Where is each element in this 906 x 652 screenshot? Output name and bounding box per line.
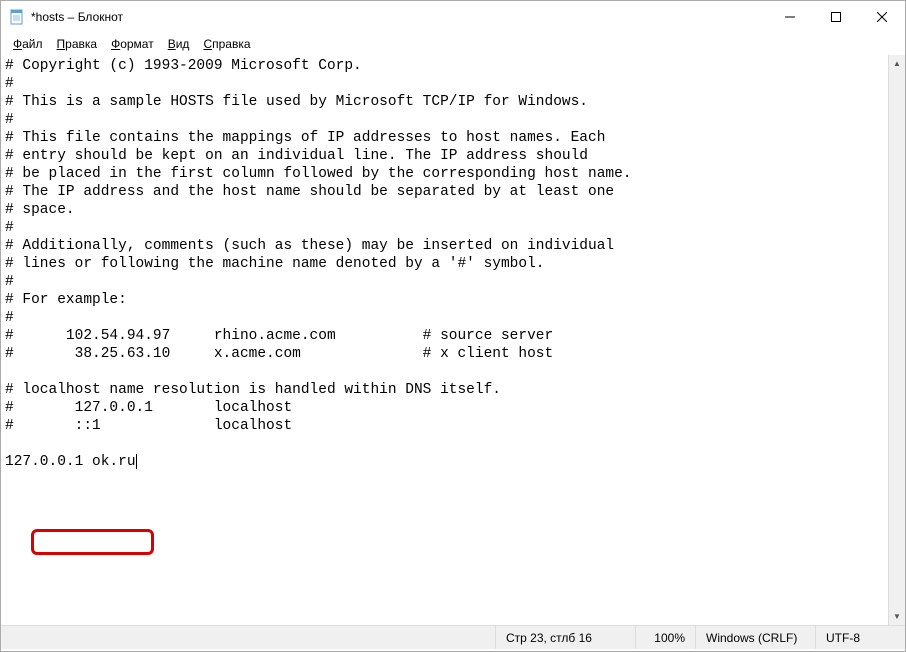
menu-view[interactable]: Вид bbox=[162, 35, 196, 53]
menubar: Файл Правка Формат Вид Справка bbox=[1, 33, 905, 55]
text-editor[interactable]: # Copyright (c) 1993-2009 Microsoft Corp… bbox=[1, 55, 888, 625]
status-position: Стр 23, стлб 16 bbox=[495, 626, 635, 649]
editor-area: # Copyright (c) 1993-2009 Microsoft Corp… bbox=[1, 55, 905, 625]
menu-help[interactable]: Справка bbox=[197, 35, 256, 53]
notepad-icon bbox=[9, 9, 25, 25]
status-line-ending: Windows (CRLF) bbox=[695, 626, 815, 649]
menu-file[interactable]: Файл bbox=[7, 35, 49, 53]
status-zoom: 100% bbox=[635, 626, 695, 649]
close-button[interactable] bbox=[859, 1, 905, 33]
menu-edit[interactable]: Правка bbox=[51, 35, 104, 53]
vertical-scrollbar[interactable]: ▲ ▼ bbox=[888, 55, 905, 625]
scroll-up-icon[interactable]: ▲ bbox=[889, 55, 905, 72]
window-controls bbox=[767, 1, 905, 33]
window-title: *hosts – Блокнот bbox=[31, 10, 123, 24]
menu-format[interactable]: Формат bbox=[105, 35, 160, 53]
title-left: *hosts – Блокнот bbox=[9, 9, 123, 25]
minimize-button[interactable] bbox=[767, 1, 813, 33]
maximize-button[interactable] bbox=[813, 1, 859, 33]
titlebar: *hosts – Блокнот bbox=[1, 1, 905, 33]
statusbar: Стр 23, стлб 16 100% Windows (CRLF) UTF-… bbox=[1, 625, 905, 649]
editor-content: # Copyright (c) 1993-2009 Microsoft Corp… bbox=[5, 58, 632, 434]
status-encoding: UTF-8 bbox=[815, 626, 905, 649]
text-cursor bbox=[136, 454, 137, 469]
editor-lastline: 127.0.0.1 ok.ru bbox=[5, 454, 136, 470]
scroll-down-icon[interactable]: ▼ bbox=[889, 608, 905, 625]
status-spacer bbox=[1, 626, 495, 649]
